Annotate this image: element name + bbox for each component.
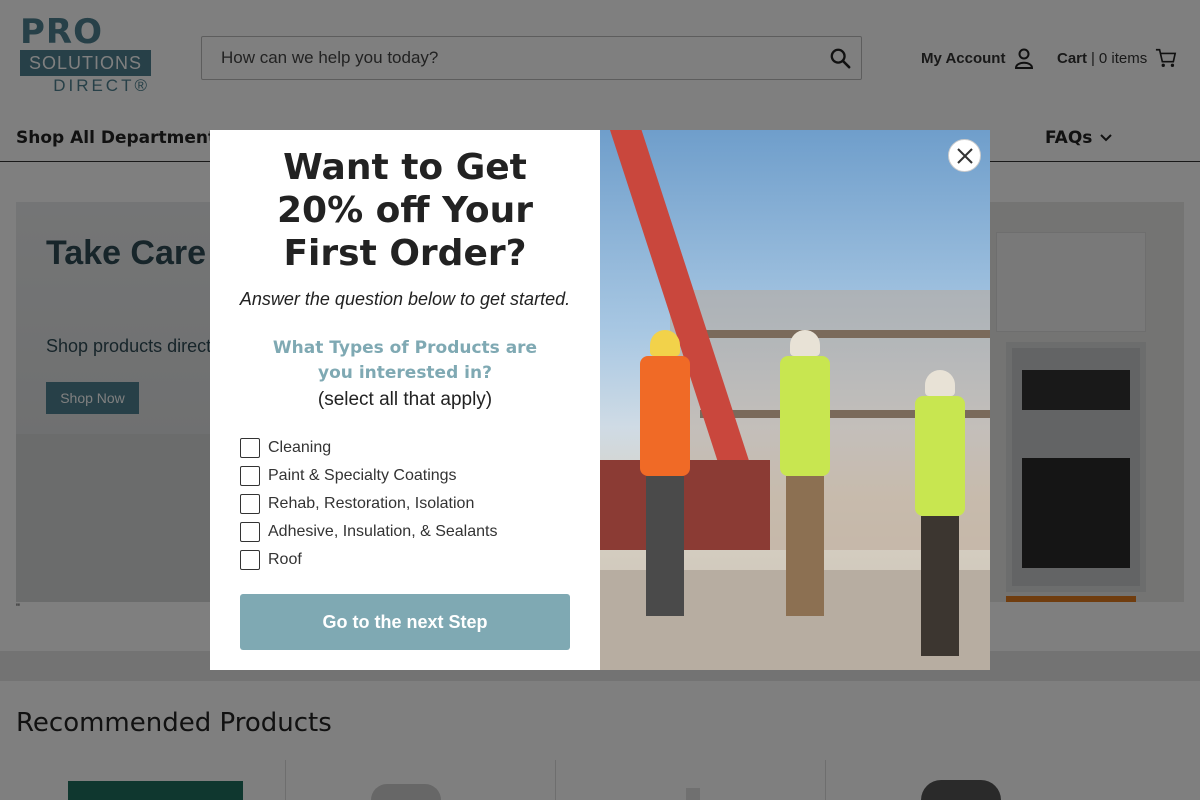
option-roof[interactable]: Roof <box>240 546 580 574</box>
close-popup-button[interactable] <box>948 139 981 172</box>
checkbox[interactable] <box>240 494 260 514</box>
next-step-button[interactable]: Go to the next Step <box>240 594 570 650</box>
option-paint-specialty-coatings[interactable]: Paint & Specialty Coatings <box>240 462 580 490</box>
popup-question: What Types of Products are you intereste… <box>272 338 538 383</box>
option-label: Adhesive, Insulation, & Sealants <box>268 523 498 540</box>
option-label: Roof <box>268 551 302 568</box>
option-rehab-restoration-isolation[interactable]: Rehab, Restoration, Isolation <box>240 490 580 518</box>
option-label: Cleaning <box>268 439 332 456</box>
popup-subheading: Answer the question below to get started… <box>239 289 571 309</box>
construction-workers-photo <box>600 130 990 670</box>
discount-popup: Want to Get 20% off Your First Order? An… <box>210 130 990 670</box>
option-label: Paint & Specialty Coatings <box>268 467 457 484</box>
checkbox[interactable] <box>240 466 260 486</box>
close-icon <box>956 147 973 164</box>
popup-select-note: (select all that apply) <box>317 389 493 410</box>
checkbox[interactable] <box>240 438 260 458</box>
popup-heading: Want to Get 20% off Your First Order? <box>276 147 533 274</box>
worker <box>640 330 690 620</box>
option-adhesive-insulation-sealants[interactable]: Adhesive, Insulation, & Sealants <box>240 518 580 546</box>
popup-form-panel: Want to Get 20% off Your First Order? An… <box>210 130 600 670</box>
product-type-options: Cleaning Paint & Specialty Coatings Reha… <box>240 434 580 574</box>
checkbox[interactable] <box>240 550 260 570</box>
checkbox[interactable] <box>240 522 260 542</box>
worker <box>915 370 965 656</box>
option-cleaning[interactable]: Cleaning <box>240 434 580 462</box>
worker <box>780 330 830 630</box>
building-floor <box>700 330 990 338</box>
option-label: Rehab, Restoration, Isolation <box>268 495 475 512</box>
